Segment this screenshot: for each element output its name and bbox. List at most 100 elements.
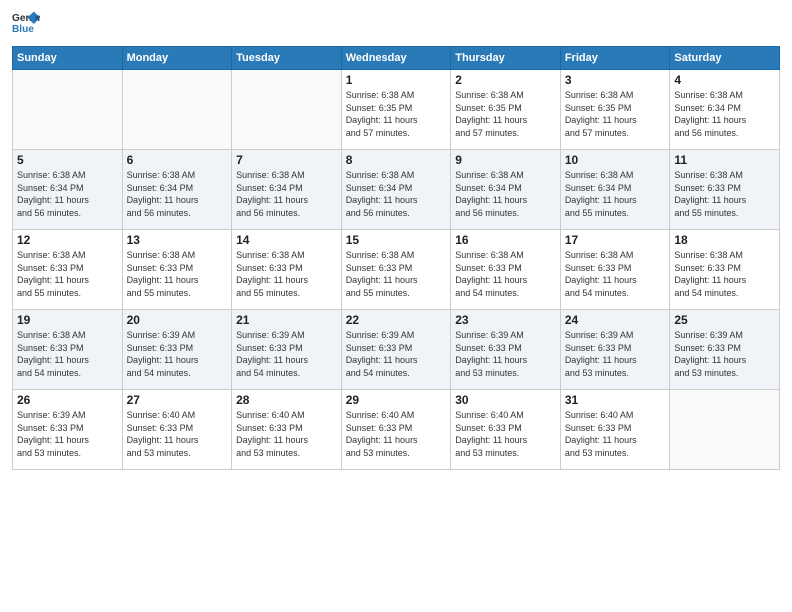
col-header-wednesday: Wednesday [341, 47, 451, 70]
col-header-friday: Friday [560, 47, 670, 70]
calendar-cell: 4 Sunrise: 6:38 AM Sunset: 6:34 PM Daylig… [670, 70, 780, 150]
col-header-tuesday: Tuesday [232, 47, 342, 70]
day-number: 15 [346, 233, 447, 247]
week-row-4: 19 Sunrise: 6:38 AM Sunset: 6:33 PM Dayli… [13, 310, 780, 390]
col-header-sunday: Sunday [13, 47, 123, 70]
day-info: Sunrise: 6:40 AM Sunset: 6:33 PM Dayligh… [455, 409, 556, 459]
calendar-cell [122, 70, 232, 150]
day-info: Sunrise: 6:39 AM Sunset: 6:33 PM Dayligh… [674, 329, 775, 379]
calendar-cell [232, 70, 342, 150]
day-info: Sunrise: 6:38 AM Sunset: 6:34 PM Dayligh… [17, 169, 118, 219]
day-info: Sunrise: 6:39 AM Sunset: 6:33 PM Dayligh… [127, 329, 228, 379]
calendar-cell: 3 Sunrise: 6:38 AM Sunset: 6:35 PM Daylig… [560, 70, 670, 150]
day-number: 12 [17, 233, 118, 247]
week-row-3: 12 Sunrise: 6:38 AM Sunset: 6:33 PM Dayli… [13, 230, 780, 310]
day-number: 26 [17, 393, 118, 407]
day-number: 2 [455, 73, 556, 87]
col-header-thursday: Thursday [451, 47, 561, 70]
calendar-cell: 5 Sunrise: 6:38 AM Sunset: 6:34 PM Daylig… [13, 150, 123, 230]
day-info: Sunrise: 6:38 AM Sunset: 6:33 PM Dayligh… [565, 249, 666, 299]
day-info: Sunrise: 6:38 AM Sunset: 6:33 PM Dayligh… [455, 249, 556, 299]
logo-icon: General Blue [12, 10, 40, 38]
day-number: 27 [127, 393, 228, 407]
calendar-cell: 10Sunrise: 6:38 AM Sunset: 6:34 PM Dayli… [560, 150, 670, 230]
calendar-cell: 29Sunrise: 6:40 AM Sunset: 6:33 PM Dayli… [341, 390, 451, 470]
day-number: 7 [236, 153, 337, 167]
day-info: Sunrise: 6:38 AM Sunset: 6:35 PM Dayligh… [455, 89, 556, 139]
calendar-cell: 15Sunrise: 6:38 AM Sunset: 6:33 PM Dayli… [341, 230, 451, 310]
calendar-cell: 14Sunrise: 6:38 AM Sunset: 6:33 PM Dayli… [232, 230, 342, 310]
day-number: 31 [565, 393, 666, 407]
calendar-cell: 31Sunrise: 6:40 AM Sunset: 6:33 PM Dayli… [560, 390, 670, 470]
day-info: Sunrise: 6:39 AM Sunset: 6:33 PM Dayligh… [17, 409, 118, 459]
calendar-cell [13, 70, 123, 150]
day-info: Sunrise: 6:39 AM Sunset: 6:33 PM Dayligh… [346, 329, 447, 379]
header-row: SundayMondayTuesdayWednesdayThursdayFrid… [13, 47, 780, 70]
calendar-cell: 1 Sunrise: 6:38 AM Sunset: 6:35 PM Daylig… [341, 70, 451, 150]
calendar-cell: 16 Sunrise: 6:38 AM Sunset: 6:33 PM Dayli… [451, 230, 561, 310]
day-number: 4 [674, 73, 775, 87]
calendar-cell: 9 Sunrise: 6:38 AM Sunset: 6:34 PM Daylig… [451, 150, 561, 230]
week-row-1: 1 Sunrise: 6:38 AM Sunset: 6:35 PM Daylig… [13, 70, 780, 150]
day-number: 1 [346, 73, 447, 87]
day-number: 28 [236, 393, 337, 407]
day-info: Sunrise: 6:38 AM Sunset: 6:34 PM Dayligh… [674, 89, 775, 139]
day-number: 8 [346, 153, 447, 167]
calendar-cell: 19 Sunrise: 6:38 AM Sunset: 6:33 PM Dayli… [13, 310, 123, 390]
calendar-cell: 17 Sunrise: 6:38 AM Sunset: 6:33 PM Dayli… [560, 230, 670, 310]
day-info: Sunrise: 6:38 AM Sunset: 6:33 PM Dayligh… [17, 329, 118, 379]
calendar-cell: 20 Sunrise: 6:39 AM Sunset: 6:33 PM Dayli… [122, 310, 232, 390]
day-info: Sunrise: 6:38 AM Sunset: 6:34 PM Dayligh… [565, 169, 666, 219]
day-info: Sunrise: 6:38 AM Sunset: 6:35 PM Dayligh… [565, 89, 666, 139]
day-number: 20 [127, 313, 228, 327]
day-number: 25 [674, 313, 775, 327]
day-info: Sunrise: 6:38 AM Sunset: 6:34 PM Dayligh… [236, 169, 337, 219]
calendar-cell: 25 Sunrise: 6:39 AM Sunset: 6:33 PM Dayli… [670, 310, 780, 390]
day-info: Sunrise: 6:39 AM Sunset: 6:33 PM Dayligh… [236, 329, 337, 379]
day-info: Sunrise: 6:38 AM Sunset: 6:34 PM Dayligh… [455, 169, 556, 219]
day-info: Sunrise: 6:38 AM Sunset: 6:34 PM Dayligh… [127, 169, 228, 219]
day-info: Sunrise: 6:38 AM Sunset: 6:33 PM Dayligh… [236, 249, 337, 299]
calendar-cell: 2 Sunrise: 6:38 AM Sunset: 6:35 PM Daylig… [451, 70, 561, 150]
day-number: 21 [236, 313, 337, 327]
header: General Blue [12, 10, 780, 38]
calendar-cell: 8 Sunrise: 6:38 AM Sunset: 6:34 PM Daylig… [341, 150, 451, 230]
day-info: Sunrise: 6:38 AM Sunset: 6:33 PM Dayligh… [127, 249, 228, 299]
calendar-cell: 11 Sunrise: 6:38 AM Sunset: 6:33 PM Dayli… [670, 150, 780, 230]
day-number: 16 [455, 233, 556, 247]
calendar-cell: 12 Sunrise: 6:38 AM Sunset: 6:33 PM Dayli… [13, 230, 123, 310]
day-number: 19 [17, 313, 118, 327]
col-header-saturday: Saturday [670, 47, 780, 70]
day-info: Sunrise: 6:40 AM Sunset: 6:33 PM Dayligh… [236, 409, 337, 459]
day-number: 11 [674, 153, 775, 167]
day-number: 3 [565, 73, 666, 87]
day-number: 23 [455, 313, 556, 327]
day-info: Sunrise: 6:38 AM Sunset: 6:34 PM Dayligh… [346, 169, 447, 219]
calendar-cell: 7 Sunrise: 6:38 AM Sunset: 6:34 PM Daylig… [232, 150, 342, 230]
day-info: Sunrise: 6:38 AM Sunset: 6:33 PM Dayligh… [17, 249, 118, 299]
day-info: Sunrise: 6:38 AM Sunset: 6:33 PM Dayligh… [674, 249, 775, 299]
calendar-table: SundayMondayTuesdayWednesdayThursdayFrid… [12, 46, 780, 470]
calendar-cell: 21 Sunrise: 6:39 AM Sunset: 6:33 PM Dayli… [232, 310, 342, 390]
day-number: 24 [565, 313, 666, 327]
calendar-cell: 27Sunrise: 6:40 AM Sunset: 6:33 PM Dayli… [122, 390, 232, 470]
day-number: 9 [455, 153, 556, 167]
day-info: Sunrise: 6:40 AM Sunset: 6:33 PM Dayligh… [346, 409, 447, 459]
calendar-cell: 26 Sunrise: 6:39 AM Sunset: 6:33 PM Dayli… [13, 390, 123, 470]
day-number: 6 [127, 153, 228, 167]
week-row-5: 26 Sunrise: 6:39 AM Sunset: 6:33 PM Dayli… [13, 390, 780, 470]
day-info: Sunrise: 6:39 AM Sunset: 6:33 PM Dayligh… [455, 329, 556, 379]
calendar-cell: 6 Sunrise: 6:38 AM Sunset: 6:34 PM Daylig… [122, 150, 232, 230]
day-info: Sunrise: 6:39 AM Sunset: 6:33 PM Dayligh… [565, 329, 666, 379]
day-info: Sunrise: 6:38 AM Sunset: 6:35 PM Dayligh… [346, 89, 447, 139]
calendar-cell: 28 Sunrise: 6:40 AM Sunset: 6:33 PM Dayli… [232, 390, 342, 470]
day-number: 30 [455, 393, 556, 407]
day-number: 5 [17, 153, 118, 167]
calendar-cell: 13Sunrise: 6:38 AM Sunset: 6:33 PM Dayli… [122, 230, 232, 310]
calendar-cell: 30 Sunrise: 6:40 AM Sunset: 6:33 PM Dayli… [451, 390, 561, 470]
day-number: 17 [565, 233, 666, 247]
calendar-cell: 24 Sunrise: 6:39 AM Sunset: 6:33 PM Dayli… [560, 310, 670, 390]
day-info: Sunrise: 6:38 AM Sunset: 6:33 PM Dayligh… [674, 169, 775, 219]
logo: General Blue [12, 10, 44, 38]
day-number: 18 [674, 233, 775, 247]
